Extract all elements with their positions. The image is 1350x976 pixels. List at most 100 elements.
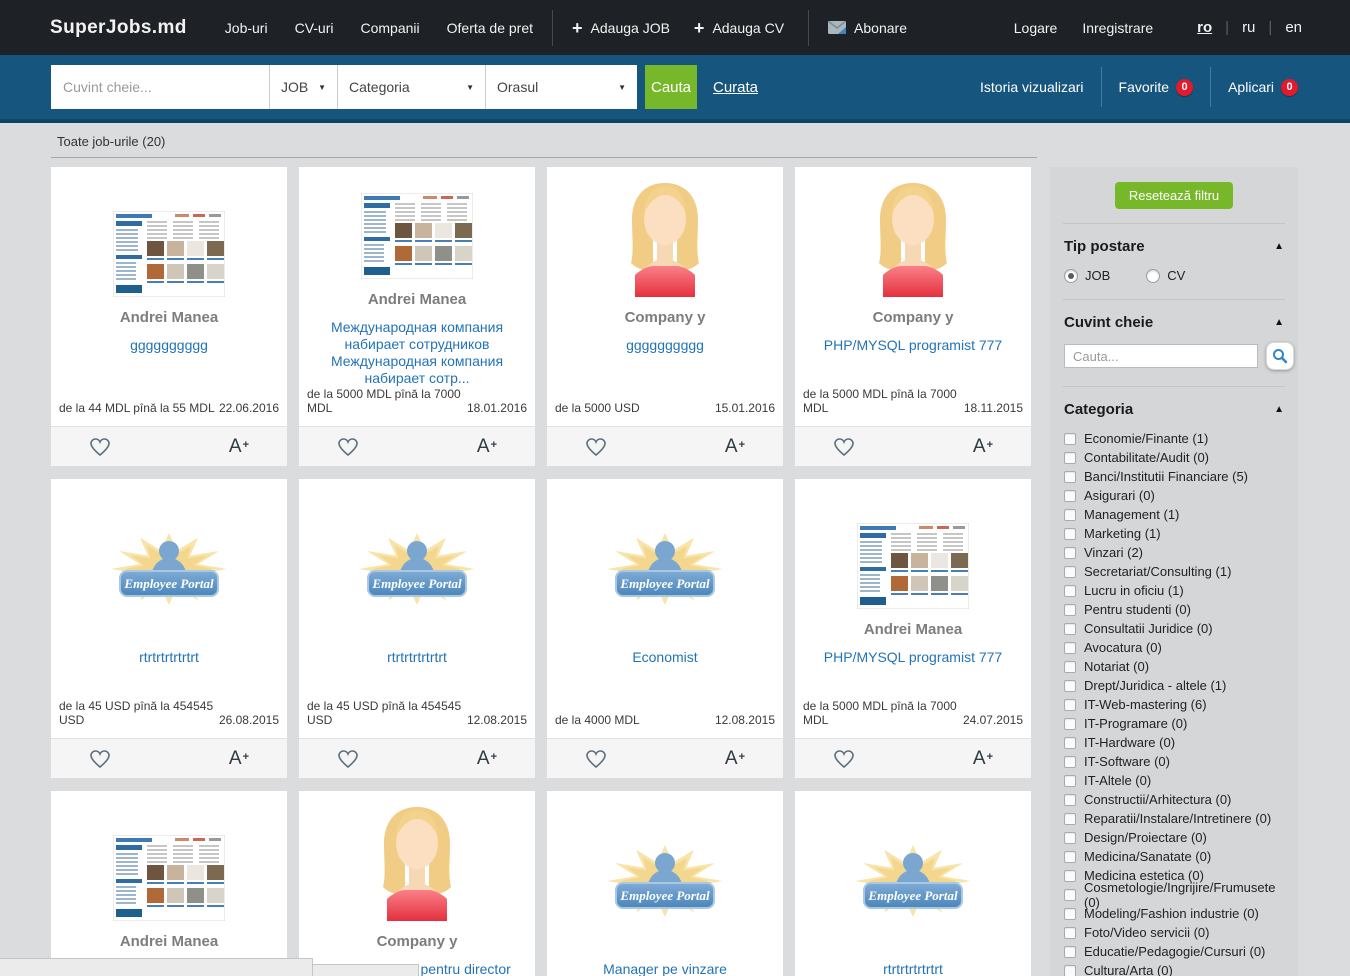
checkbox-icon[interactable] — [1064, 585, 1076, 597]
favorite-heart-icon[interactable] — [89, 749, 111, 769]
apply-a-plus-icon[interactable]: A+ — [725, 748, 745, 770]
checkbox-icon[interactable] — [1064, 870, 1076, 882]
card-image-female-avatar[interactable] — [299, 791, 535, 921]
subscribe-link[interactable]: Abonare — [828, 20, 907, 36]
card-image-employee-portal-logo[interactable]: Employee Portal — [547, 479, 783, 609]
apply-a-plus-icon[interactable]: A+ — [229, 436, 249, 458]
checkbox-icon[interactable] — [1064, 604, 1076, 616]
checkbox-icon[interactable] — [1064, 433, 1076, 445]
checkbox-icon[interactable] — [1064, 642, 1076, 654]
sidebar-search-button[interactable] — [1266, 342, 1294, 370]
checkbox-icon[interactable] — [1064, 756, 1076, 768]
search-button[interactable]: Cauta — [645, 65, 697, 109]
category-item-26[interactable]: Modeling/Fashion industrie (0) — [1064, 904, 1284, 923]
favorite-heart-icon[interactable] — [585, 437, 607, 457]
language-en[interactable]: en — [1285, 19, 1302, 36]
job-card-5[interactable]: Employee Portalrtrtrtrtrtrtrtde la 45 US… — [51, 479, 287, 778]
category-item-3[interactable]: Banci/Institutii Financiare (5) — [1064, 467, 1284, 486]
language-ro[interactable]: ro — [1197, 19, 1212, 36]
category-item-29[interactable]: Cultura/Arta (0) — [1064, 961, 1284, 976]
category-item-11[interactable]: Consultatii Juridice (0) — [1064, 619, 1284, 638]
collapse-arrow-icon[interactable]: ▲ — [1274, 241, 1284, 252]
apply-a-plus-icon[interactable]: A+ — [477, 436, 497, 458]
checkbox-icon[interactable] — [1064, 528, 1076, 540]
category-item-28[interactable]: Educatie/Pedagogie/Cursuri (0) — [1064, 942, 1284, 961]
category-item-22[interactable]: Design/Proiectare (0) — [1064, 828, 1284, 847]
job-card-7[interactable]: Employee PortalEconomistde la 4000 MDL12… — [547, 479, 783, 778]
radio-option-job[interactable]: JOB — [1064, 268, 1110, 283]
checkbox-icon[interactable] — [1064, 623, 1076, 635]
city-select[interactable]: Orasul ▼ — [485, 65, 637, 109]
category-item-27[interactable]: Foto/Video servicii (0) — [1064, 923, 1284, 942]
apply-a-plus-icon[interactable]: A+ — [477, 748, 497, 770]
apply-a-plus-icon[interactable]: A+ — [973, 748, 993, 770]
job-card-8[interactable]: Andrei ManeaPHP/MYSQL programist 777de l… — [795, 479, 1031, 778]
auth-link-1[interactable]: Logare — [1014, 20, 1058, 36]
job-title-link[interactable]: rtrtrtrtrtrtrt — [299, 649, 535, 666]
job-title-link[interactable]: Международная компания набирает сотрудни… — [299, 319, 535, 387]
type-select[interactable]: JOB ▼ — [269, 65, 337, 109]
category-item-9[interactable]: Lucru in oficiu (1) — [1064, 581, 1284, 600]
category-item-21[interactable]: Reparatii/Instalare/Intretinere (0) — [1064, 809, 1284, 828]
job-card-12[interactable]: Employee PortalrtrtrtrtrtrtrtA+ — [795, 791, 1031, 976]
category-item-12[interactable]: Avocatura (0) — [1064, 638, 1284, 657]
checkbox-icon[interactable] — [1064, 680, 1076, 692]
topbar-nav-item-4[interactable]: Oferta de pret — [447, 20, 533, 36]
category-item-23[interactable]: Medicina/Sanatate (0) — [1064, 847, 1284, 866]
card-image-website-screenshot[interactable] — [299, 167, 535, 279]
history-link[interactable]: Istoria vizualizari — [980, 79, 1083, 95]
reset-filter-button[interactable]: Resetează filtru — [1115, 182, 1233, 209]
job-card-11[interactable]: Employee PortalManager pe vinzareA+ — [547, 791, 783, 976]
category-item-6[interactable]: Marketing (1) — [1064, 524, 1284, 543]
card-image-female-avatar[interactable] — [795, 167, 1031, 297]
job-title-link[interactable]: gggggggggg — [547, 337, 783, 354]
category-item-7[interactable]: Vinzari (2) — [1064, 543, 1284, 562]
category-item-16[interactable]: IT-Programare (0) — [1064, 714, 1284, 733]
apply-a-plus-icon[interactable]: A+ — [973, 436, 993, 458]
category-item-1[interactable]: Economie/Finante (1) — [1064, 429, 1284, 448]
checkbox-icon[interactable] — [1064, 927, 1076, 939]
category-item-25[interactable]: Cosmetologie/Ingrijire/Frumusete (0) — [1064, 885, 1284, 904]
collapse-arrow-icon[interactable]: ▲ — [1274, 317, 1284, 328]
card-image-website-screenshot[interactable] — [51, 791, 287, 921]
radio-option-cv[interactable]: CV — [1146, 268, 1185, 283]
checkbox-icon[interactable] — [1064, 490, 1076, 502]
job-card-10[interactable]: Company ySecretara sexy pentru directorA… — [299, 791, 535, 976]
favorite-heart-icon[interactable] — [833, 749, 855, 769]
keyword-input[interactable] — [51, 65, 269, 109]
topbar-nav-item-3[interactable]: Companii — [360, 20, 419, 36]
auth-link-2[interactable]: Inregistrare — [1082, 20, 1153, 36]
checkbox-icon[interactable] — [1064, 965, 1076, 976]
job-card-3[interactable]: Company yggggggggggde la 5000 USD15.01.2… — [547, 167, 783, 466]
checkbox-icon[interactable] — [1064, 775, 1076, 787]
category-item-19[interactable]: IT-Altele (0) — [1064, 771, 1284, 790]
checkbox-icon[interactable] — [1064, 452, 1076, 464]
checkbox-icon[interactable] — [1064, 718, 1076, 730]
card-image-female-avatar[interactable] — [547, 167, 783, 297]
category-item-18[interactable]: IT-Software (0) — [1064, 752, 1284, 771]
checkbox-icon[interactable] — [1064, 946, 1076, 958]
collapse-arrow-icon[interactable]: ▲ — [1274, 404, 1284, 415]
job-title-link[interactable]: Economist — [547, 649, 783, 666]
job-title-link[interactable]: gggggggggg — [51, 337, 287, 354]
site-logo[interactable]: SuperJobs.md — [50, 17, 187, 39]
card-image-employee-portal-logo[interactable]: Employee Portal — [51, 479, 287, 609]
apply-a-plus-icon[interactable]: A+ — [229, 748, 249, 770]
checkbox-icon[interactable] — [1064, 699, 1076, 711]
favorite-heart-icon[interactable] — [337, 749, 359, 769]
job-card-2[interactable]: Andrei ManeaМеждународная компания набир… — [299, 167, 535, 466]
category-item-13[interactable]: Notariat (0) — [1064, 657, 1284, 676]
category-item-8[interactable]: Secretariat/Consulting (1) — [1064, 562, 1284, 581]
card-image-employee-portal-logo[interactable]: Employee Portal — [547, 791, 783, 921]
checkbox-icon[interactable] — [1064, 566, 1076, 578]
checkbox-icon[interactable] — [1064, 509, 1076, 521]
job-title-link[interactable]: Manager pe vinzare — [547, 961, 783, 976]
category-item-15[interactable]: IT-Web-mastering (6) — [1064, 695, 1284, 714]
checkbox-icon[interactable] — [1064, 908, 1076, 920]
job-title-link[interactable]: PHP/MYSQL programist 777 — [795, 649, 1031, 666]
card-image-website-screenshot[interactable] — [795, 479, 1031, 609]
job-title-link[interactable]: rtrtrtrtrtrtrt — [795, 961, 1031, 976]
checkbox-icon[interactable] — [1064, 813, 1076, 825]
job-title-link[interactable]: PHP/MYSQL programist 777 — [795, 337, 1031, 354]
checkbox-icon[interactable] — [1064, 737, 1076, 749]
